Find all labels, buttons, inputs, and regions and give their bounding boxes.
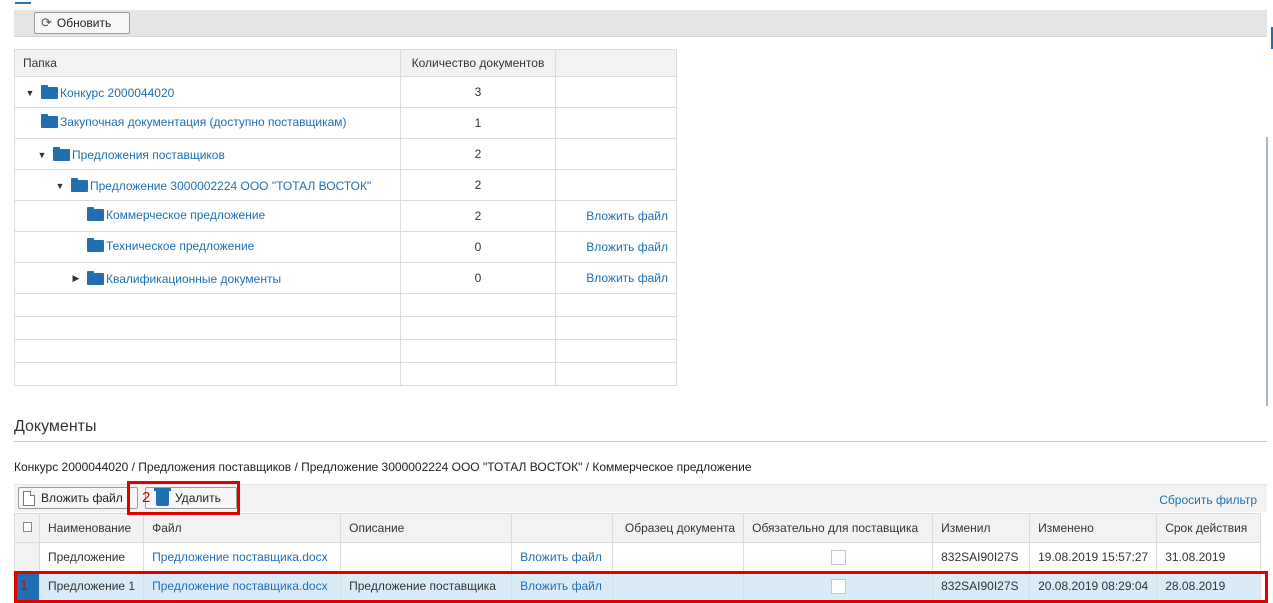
file-link[interactable]: Предложение поставщика.docx — [152, 550, 327, 564]
folder-icon — [71, 177, 88, 192]
tree-header-row: Папка Количество документов — [14, 49, 677, 77]
document-count: 0 — [400, 262, 556, 294]
changed-at: 19.08.2019 15:57:27 — [1029, 542, 1158, 572]
folder-link[interactable]: Закупочная документация (доступно постав… — [60, 115, 347, 129]
document-count: 2 — [400, 200, 556, 232]
empty-row — [14, 339, 677, 363]
document-count: 1 — [400, 107, 556, 139]
tree-row[interactable]: ▼ Конкурс 2000044020 3 — [14, 76, 677, 108]
divider — [14, 441, 1267, 442]
tree-row[interactable]: ▶ Квалификационные документы 0 Вложить фа… — [14, 262, 677, 294]
tree-row[interactable]: ▼ Предложение 3000002224 ООО "ТОТАЛ ВОСТО… — [14, 169, 677, 201]
document-name: Предложение — [38, 542, 145, 572]
folder-link[interactable]: Конкурс 2000044020 — [60, 86, 174, 100]
attach-file-button[interactable]: Вложить файл — [18, 487, 138, 509]
empty-row — [14, 293, 677, 317]
documents-title: Документы — [14, 418, 97, 435]
action-column-header — [555, 49, 677, 77]
document-count: 2 — [400, 169, 556, 201]
changed-by-column-header[interactable]: Изменил — [932, 513, 1031, 543]
mandatory-column-header[interactable]: Обязательно для поставщика — [743, 513, 934, 543]
top-strip — [0, 0, 1273, 10]
description-column-header[interactable]: Описание — [340, 513, 513, 543]
document-description — [340, 542, 513, 572]
document-icon — [23, 490, 35, 506]
count-column-header[interactable]: Количество документов — [400, 49, 556, 77]
document-count: 3 — [400, 76, 556, 108]
attach-file-label: Вложить файл — [41, 491, 123, 505]
folder-column-header[interactable]: Папка — [14, 49, 401, 77]
expand-caret-icon[interactable]: ▶ — [69, 273, 83, 284]
folder-link[interactable]: Коммерческое предложение — [106, 208, 265, 222]
document-count: 0 — [400, 231, 556, 263]
changed-at-column-header[interactable]: Изменено — [1029, 513, 1158, 543]
expand-caret-icon[interactable]: ▼ — [53, 181, 67, 191]
document-sample — [612, 542, 745, 572]
folder-icon — [87, 270, 104, 285]
folder-link[interactable]: Предложение 3000002224 ООО "ТОТАЛ ВОСТОК… — [90, 179, 371, 193]
empty-row — [14, 362, 677, 386]
empty-row — [14, 316, 677, 340]
attach-file-link — [555, 138, 677, 170]
step-marker-2: 2 — [142, 489, 151, 506]
attach-file-link[interactable]: Вложить файл — [586, 271, 668, 285]
attach-column-header — [511, 513, 614, 543]
attach-file-link — [555, 107, 677, 139]
select-all-cell[interactable] — [14, 513, 40, 543]
attach-file-link — [555, 76, 677, 108]
tab-indicator — [15, 2, 31, 4]
tree-toolbar: ⟳ Обновить — [14, 10, 1267, 37]
step-marker-1: 1 — [20, 577, 28, 593]
attach-file-link[interactable]: Вложить файл — [586, 209, 668, 223]
file-column-header[interactable]: Файл — [143, 513, 342, 543]
table-row[interactable]: Предложение Предложение поставщика.docx … — [14, 542, 1262, 572]
folder-link[interactable]: Предложения поставщиков — [72, 148, 225, 162]
folder-icon — [87, 207, 104, 221]
reset-filter-link[interactable]: Сбросить фильтр — [1159, 493, 1257, 507]
attach-file-link[interactable]: Вложить файл — [586, 240, 668, 254]
documents-header-row: Наименование Файл Описание Образец докум… — [14, 513, 1262, 543]
tree-row[interactable]: Коммерческое предложение 2 Вложить файл — [14, 200, 677, 232]
folder-link[interactable]: Квалификационные документы — [106, 272, 281, 286]
valid-until-column-header[interactable]: Срок действия — [1156, 513, 1262, 543]
copy-icon — [19, 519, 32, 532]
folder-tree-table: Папка Количество документов ▼ Конкурс 200… — [14, 49, 677, 386]
refresh-icon: ⟳ — [41, 15, 52, 30]
breadcrumb: Конкурс 2000044020 / Предложения поставщ… — [14, 460, 752, 474]
row-highlight — [14, 571, 1268, 603]
tree-row[interactable]: Техническое предложение 0 Вложить файл — [14, 231, 677, 263]
refresh-label: Обновить — [56, 16, 112, 30]
tree-row[interactable]: Закупочная документация (доступно постав… — [14, 107, 677, 139]
changed-by: 832SAI90I27S — [932, 542, 1031, 572]
scroll-edge — [1266, 137, 1268, 406]
mandatory-checkbox[interactable] — [830, 549, 846, 565]
folder-icon — [41, 114, 58, 128]
attach-file-link[interactable]: Вложить файл — [520, 550, 602, 564]
attach-file-link — [555, 169, 677, 201]
row-selector[interactable] — [14, 542, 40, 572]
folder-link[interactable]: Техническое предложение — [106, 239, 254, 253]
refresh-button[interactable]: ⟳ Обновить — [34, 12, 130, 34]
expand-caret-icon[interactable]: ▼ — [35, 150, 49, 160]
folder-icon — [53, 146, 70, 161]
valid-until: 31.08.2019 — [1156, 542, 1262, 572]
tree-row[interactable]: ▼ Предложения поставщиков 2 — [14, 138, 677, 170]
folder-icon — [87, 238, 104, 252]
sample-column-header[interactable]: Образец документа — [612, 513, 745, 543]
name-column-header[interactable]: Наименование — [38, 513, 145, 543]
folder-icon — [41, 84, 58, 99]
expand-caret-icon[interactable]: ▼ — [23, 88, 37, 98]
document-count: 2 — [400, 138, 556, 170]
